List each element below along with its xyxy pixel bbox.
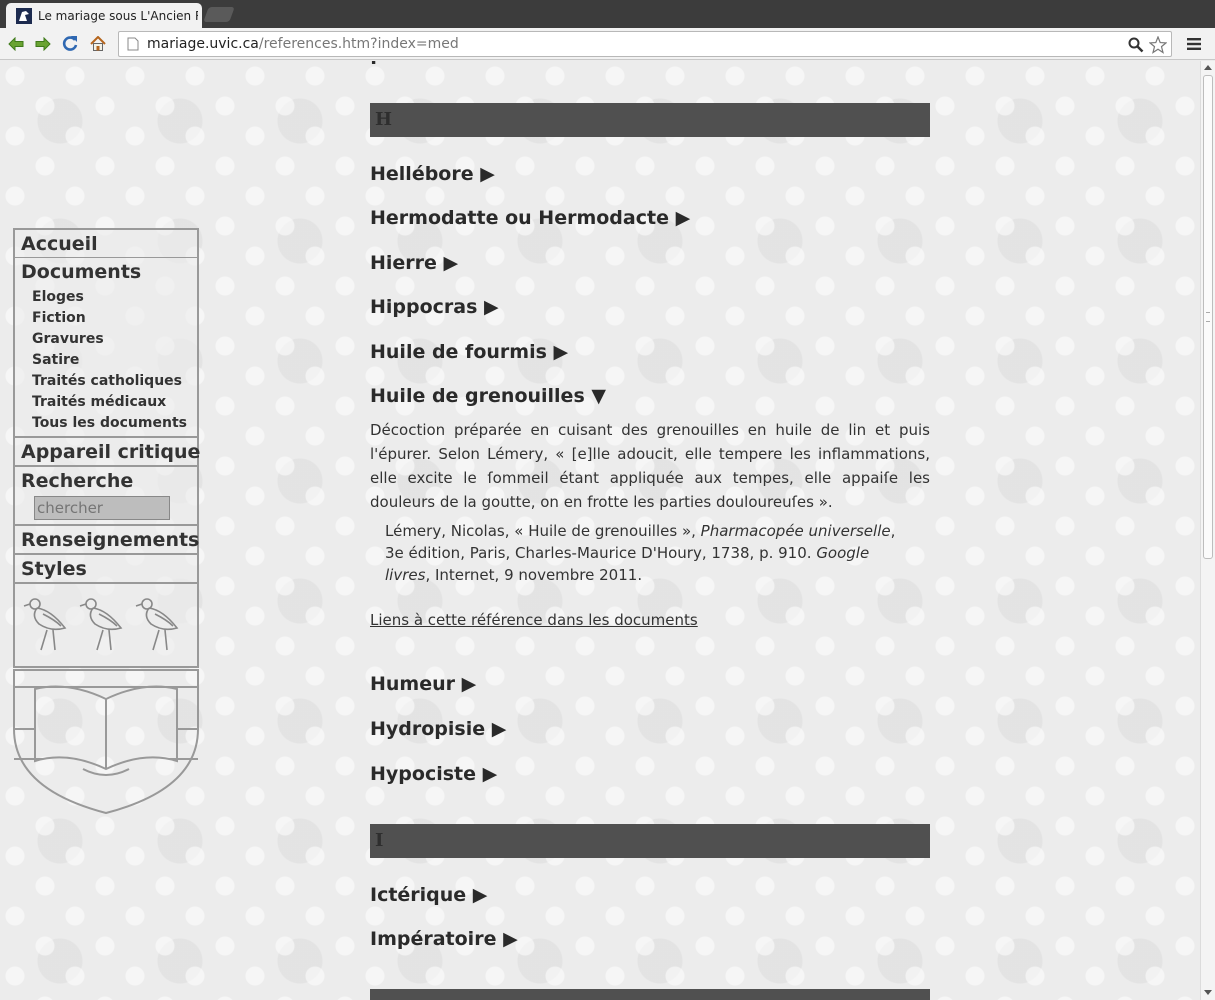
search-area <box>15 494 197 526</box>
entry-hierre[interactable]: Hierre ▶ <box>370 252 458 274</box>
star-icon <box>1149 36 1167 54</box>
letter-heading-h: H <box>370 103 930 137</box>
entry-huile-de-fourmis[interactable]: Huile de fourmis ▶ <box>370 341 568 363</box>
back-button[interactable] <box>5 33 27 55</box>
browser-menu-button[interactable] <box>1184 34 1204 54</box>
page-viewport: Accueil Documents Eloges Fiction Gravure… <box>0 61 1200 1000</box>
scroll-up-arrow-icon[interactable] <box>1204 65 1212 70</box>
entry-hippocras[interactable]: Hippocras ▶ <box>370 296 499 318</box>
scroll-grip-icon <box>1206 312 1210 322</box>
magnifier-icon <box>1128 37 1144 53</box>
scroll-down-arrow-icon[interactable] <box>1204 990 1212 995</box>
tab-strip: Le mariage sous L'Ancien Régime <box>0 0 1215 28</box>
back-arrow-icon <box>8 37 24 51</box>
subnav-item-gravures[interactable]: Gravures <box>32 329 197 350</box>
citation-author: Lémery, Nicolas, « Huile de grenouilles … <box>385 522 701 540</box>
nav-item-documents[interactable]: Documents <box>15 258 197 285</box>
citation-work: Pharmacopée universelle <box>700 522 891 540</box>
entry-hermodatte[interactable]: Hermodatte ou Hermodacte ▶ <box>370 207 690 229</box>
url-path: /references.htm?index=med <box>258 36 459 52</box>
home-button[interactable] <box>87 33 109 55</box>
nav-item-renseignements[interactable]: Renseignements <box>15 526 199 555</box>
entry-huile-de-grenouilles[interactable]: Huile de grenouilles ▼ <box>370 385 606 407</box>
entry-hydropisie[interactable]: Hydropisie ▶ <box>370 718 506 740</box>
tab-title: Le mariage sous L'Ancien Régime <box>38 8 198 23</box>
nav-item-appareil-critique[interactable]: Appareil critique <box>15 438 200 467</box>
entry-imperatoire[interactable]: Impératoire ▶ <box>370 928 518 950</box>
subnav-item-satire[interactable]: Satire <box>32 350 197 371</box>
new-tab-button[interactable] <box>203 7 235 22</box>
documents-submenu: Eloges Fiction Gravures Satire Traités c… <box>15 285 197 438</box>
reference-links-link[interactable]: Liens à cette référence dans les documen… <box>370 611 698 629</box>
entry-humeur[interactable]: Humeur ▶ <box>370 673 476 695</box>
nav-item-recherche[interactable]: Recherche <box>15 467 197 494</box>
reload-icon <box>62 36 78 51</box>
browser-toolbar: mariage.uvic.ca/references.htm?index=med <box>0 28 1215 60</box>
letter-heading-i: I <box>370 824 930 858</box>
subnav-item-traites-medicaux[interactable]: Traités médicaux <box>32 392 197 413</box>
forward-button[interactable] <box>32 33 54 55</box>
page-scrollbar[interactable] <box>1200 61 1215 1000</box>
site-favicon-icon <box>16 7 32 24</box>
zoom-button[interactable] <box>1127 36 1145 54</box>
entry-definition: Décoction préparée en cuisant des grenou… <box>370 421 930 511</box>
nav-menu: Accueil Documents Eloges Fiction Gravure… <box>13 228 200 584</box>
entry-hellebore[interactable]: Hellébore ▶ <box>370 163 495 185</box>
browser-tab[interactable]: Le mariage sous L'Ancien Régime <box>6 3 202 28</box>
reload-button[interactable] <box>59 33 81 55</box>
subnav-item-fiction[interactable]: Fiction <box>32 308 197 329</box>
nav-item-styles[interactable]: Styles <box>15 555 197 584</box>
search-input[interactable] <box>34 496 170 520</box>
forward-arrow-icon <box>35 37 51 51</box>
citation-access: , Internet, 9 novembre 2011. <box>425 566 643 584</box>
bookmark-button[interactable] <box>1149 36 1167 54</box>
hamburger-menu-icon <box>1187 38 1201 50</box>
cropped-previous-entry: . <box>370 61 377 69</box>
sidebar-nav: Accueil Documents Eloges Fiction Gravure… <box>13 228 200 819</box>
entry-hypociste[interactable]: Hypociste ▶ <box>370 763 497 785</box>
subnav-item-traites-catholiques[interactable]: Traités catholiques <box>32 371 197 392</box>
nav-item-accueil[interactable]: Accueil <box>15 230 197 258</box>
birds-emblem-icon <box>23 598 179 651</box>
scrollbar-thumb[interactable] <box>1203 75 1213 559</box>
entry-citation: Lémery, Nicolas, « Huile de grenouilles … <box>385 520 915 586</box>
subnav-item-tous-les-documents[interactable]: Tous les documents <box>32 413 197 434</box>
entry-icterique[interactable]: Ictérique ▶ <box>370 884 487 906</box>
address-bar[interactable]: mariage.uvic.ca/references.htm?index=med <box>118 31 1172 57</box>
url-host: mariage.uvic.ca <box>147 36 259 52</box>
subnav-item-eloges[interactable]: Eloges <box>32 287 197 308</box>
letter-heading-next <box>370 989 930 1000</box>
shield-book-emblem-icon <box>13 669 199 815</box>
birds-emblem <box>13 584 199 668</box>
home-icon <box>90 36 106 51</box>
page-icon <box>127 37 139 51</box>
